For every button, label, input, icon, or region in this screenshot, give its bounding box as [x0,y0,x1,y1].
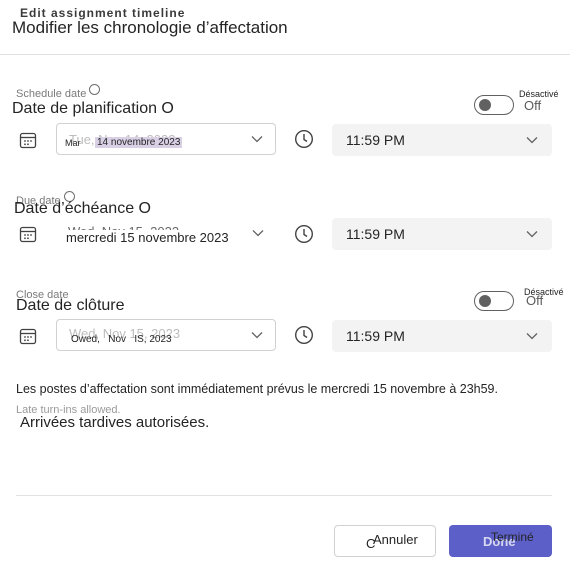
close-toggle[interactable] [474,291,514,311]
due-date-label: Date d’échéance O [14,200,151,217]
schedule-ghost-label: Schedule date [16,84,101,100]
due-time-picker[interactable]: 11:59 PM [332,218,552,250]
close-date-picker[interactable]: Wed, Nov 15, 2023 Owed, Nov IS, 2023 [56,319,276,351]
info-icon [89,84,101,95]
header-divider [0,54,570,55]
chevron-down-icon [526,231,538,238]
footer-divider [16,495,552,496]
calendar-icon [19,226,37,243]
schedule-date-prefix: Mar [65,138,81,148]
clock-icon [294,129,314,149]
posting-note: Les postes d’affectation sont immédiatem… [16,382,498,396]
schedule-date-picker[interactable]: Tue, Nov 14, 2023 Mar 14 novembre 2023 [56,123,276,155]
done-label: Terminé [491,530,534,544]
late-note: Arrivées tardives autorisées. [20,414,210,431]
chevron-down-icon [251,136,263,143]
chevron-down-icon [251,332,263,339]
close-date-value: Owed, Nov IS, 2023 [71,334,172,345]
cancel-label: Annuler [373,532,418,547]
due-date-picker[interactable]: Wed, Nov 15, 2023 mercredi 15 novembre 2… [56,218,276,250]
done-button[interactable]: Done Terminé [449,525,552,557]
close-toggle-state: Off [526,293,544,308]
clock-icon [294,224,314,244]
calendar-icon [19,132,37,149]
chevron-down-icon [252,230,264,237]
toggle-knob [479,99,491,111]
close-date-label: Date de clôture [16,297,125,314]
close-time-value: 11:59 PM [346,328,405,344]
schedule-date-label: Date de planification O [12,100,174,117]
dialog-title: Modifier les chronologie d’affectation [12,18,288,37]
calendar-icon [19,328,37,345]
schedule-time-value: 11:59 PM [346,132,405,148]
close-time-picker[interactable]: 11:59 PM [332,320,552,352]
schedule-toggle-state: Off [524,98,542,113]
cancel-button[interactable]: C Annuler [334,525,436,557]
schedule-time-picker[interactable]: 11:59 PM [332,124,552,156]
due-date-value: mercredi 15 novembre 2023 [66,230,229,245]
clock-icon [294,325,314,345]
chevron-down-icon [526,333,538,340]
schedule-toggle[interactable] [474,95,514,115]
chevron-down-icon [526,137,538,144]
toggle-knob [479,295,491,307]
due-time-value: 11:59 PM [346,226,405,242]
schedule-date-value: 14 novembre 2023 [95,137,183,148]
